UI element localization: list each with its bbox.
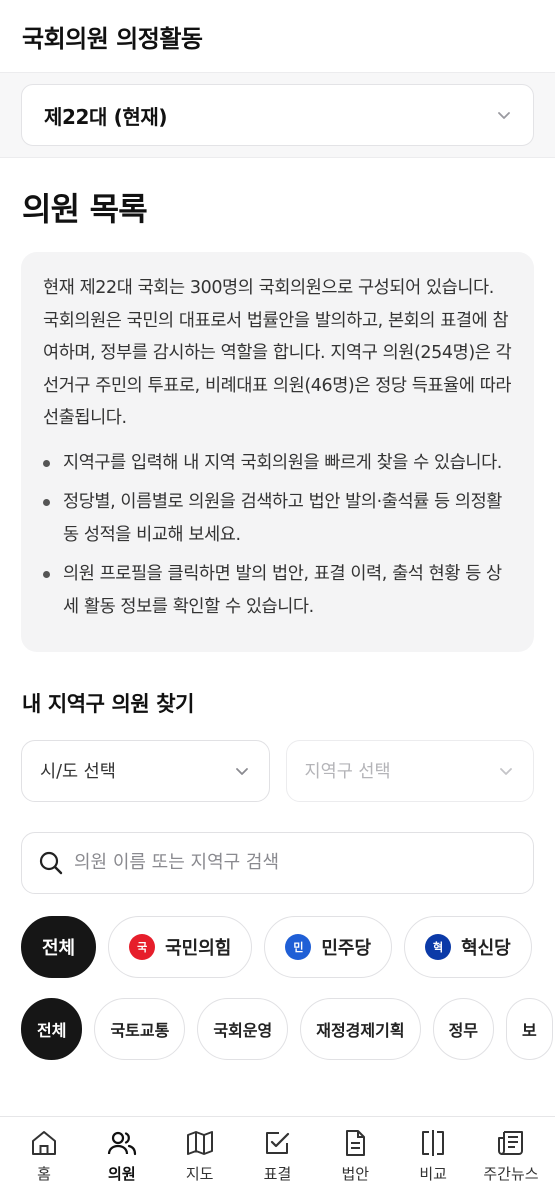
committee-chip[interactable]: 국토교통 — [94, 997, 186, 1060]
party-chip-ppp[interactable]: 국 국민의힘 — [108, 915, 253, 978]
newspaper-icon — [497, 1131, 523, 1155]
info-list-item: 지역구를 입력해 내 지역 국회의원을 빠르게 찾을 수 있습니다. — [43, 447, 512, 480]
info-list-item: 의원 프로필을 클릭하면 발의 법안, 표결 이력, 출석 현황 등 상세 활동… — [43, 558, 512, 624]
committee-chip[interactable]: 국회운영 — [197, 997, 289, 1060]
info-box: 현재 제22대 국회는 300명의 국회의원으로 구성되어 있습니다. 국회의원… — [21, 252, 534, 652]
party-filter-row: 전체 국 국민의힘 민 민주당 혁 혁신당 — [0, 915, 555, 978]
compare-icon — [422, 1130, 445, 1156]
nav-item-bills[interactable]: 법안 — [319, 1127, 391, 1200]
chip-label: 보 — [522, 1020, 537, 1040]
nav-label: 홈 — [37, 1165, 51, 1183]
nav-item-home[interactable]: 홈 — [8, 1127, 80, 1200]
section-title: 의원 목록 — [22, 190, 148, 228]
map-icon — [186, 1131, 213, 1155]
chip-label: 정무 — [448, 1020, 479, 1040]
party-badge-icon: 혁 — [425, 933, 452, 960]
party-badge-icon: 국 — [129, 933, 156, 960]
session-select-bar: 제22대 (현재) — [0, 72, 555, 158]
info-list-item: 정당별, 이름별로 의원을 검색하고 법안 발의·출석률 등 의정활동 성적을 … — [43, 486, 512, 552]
chevron-down-icon — [495, 106, 513, 124]
document-icon — [346, 1130, 366, 1156]
nav-label: 의원 — [108, 1165, 136, 1183]
vote-check-icon — [266, 1132, 290, 1154]
committee-chip[interactable]: 보 — [506, 997, 553, 1060]
info-list: 지역구를 입력해 내 지역 국회의원을 빠르게 찾을 수 있습니다. 정당별, … — [43, 447, 512, 624]
bullet-dot — [43, 459, 50, 467]
sido-select[interactable]: 시/도 선택 — [21, 739, 270, 802]
users-icon — [107, 1131, 136, 1156]
district-select-label: 지역구 선택 — [304, 762, 391, 782]
nav-item-weekly-news[interactable]: 주간뉴스 — [475, 1127, 547, 1200]
committee-chip-all[interactable]: 전체 — [21, 997, 83, 1060]
chip-label: 전체 — [42, 937, 76, 959]
bullet-dot — [43, 498, 50, 506]
party-chip-all[interactable]: 전체 — [21, 915, 97, 978]
party-badge-icon: 민 — [285, 933, 312, 960]
chip-label: 국토교통 — [110, 1020, 170, 1040]
info-list-text: 지역구를 입력해 내 지역 국회의원을 빠르게 찾을 수 있습니다. — [63, 452, 502, 473]
nav-label: 법안 — [341, 1165, 370, 1183]
party-chip-democratic[interactable]: 민 민주당 — [264, 915, 393, 978]
info-paragraph: 현재 제22대 국회는 300명의 국회의원으로 구성되어 있습니다. 국회의원… — [43, 278, 512, 428]
committee-chip[interactable]: 정무 — [432, 997, 495, 1060]
nav-label: 주간뉴스 — [483, 1165, 539, 1183]
chevron-down-icon — [497, 762, 515, 780]
district-selects: 시/도 선택 지역구 선택 — [0, 739, 555, 802]
chip-label: 전체 — [37, 1020, 67, 1040]
nav-label: 비교 — [419, 1165, 447, 1183]
chip-label: 국민의힘 — [165, 937, 232, 959]
info-list-text: 의원 프로필을 클릭하면 발의 법안, 표결 이력, 출석 현황 등 상세 활동… — [63, 563, 502, 617]
nav-item-compare[interactable]: 비교 — [397, 1127, 469, 1200]
nav-label: 지도 — [185, 1165, 214, 1183]
district-finder-title: 내 지역구 의원 찾기 — [22, 691, 195, 716]
chip-label: 민주당 — [321, 937, 372, 959]
search-icon — [39, 851, 63, 874]
chip-label: 국회운영 — [213, 1020, 273, 1040]
party-chip-rebuilding[interactable]: 혁 혁신당 — [404, 915, 532, 978]
chip-label: 재정경제기획 — [316, 1020, 405, 1040]
search-input[interactable] — [74, 852, 517, 873]
bullet-dot — [43, 570, 50, 578]
nav-label: 표결 — [263, 1165, 292, 1183]
assembly-session-select[interactable]: 제22대 (현재) — [21, 84, 534, 146]
home-icon — [32, 1131, 56, 1155]
chevron-down-icon — [233, 762, 251, 780]
info-list-text: 정당별, 이름별로 의원을 검색하고 법안 발의·출석률 등 의정활동 성적을 … — [63, 491, 502, 545]
district-select[interactable]: 지역구 선택 — [285, 739, 534, 802]
committee-filter-row: 전체 국토교통 국회운영 재정경제기획 정무 보 — [0, 997, 555, 1060]
member-search-box[interactable] — [21, 831, 534, 894]
committee-chip[interactable]: 재정경제기획 — [300, 997, 421, 1060]
chip-label: 혁신당 — [461, 937, 511, 959]
assembly-session-value: 제22대 (현재) — [44, 104, 168, 129]
sido-select-label: 시/도 선택 — [40, 762, 116, 782]
nav-item-members[interactable]: 의원 — [86, 1127, 158, 1200]
nav-item-map[interactable]: 지도 — [164, 1127, 236, 1200]
bottom-nav: 홈 의원 지도 표결 법안 비교 주간뉴스 — [0, 1116, 555, 1200]
nav-item-votes[interactable]: 표결 — [241, 1127, 313, 1200]
page-title: 국회의원 의정활동 — [22, 24, 203, 53]
app-header: 국회의원 의정활동 — [0, 0, 555, 72]
